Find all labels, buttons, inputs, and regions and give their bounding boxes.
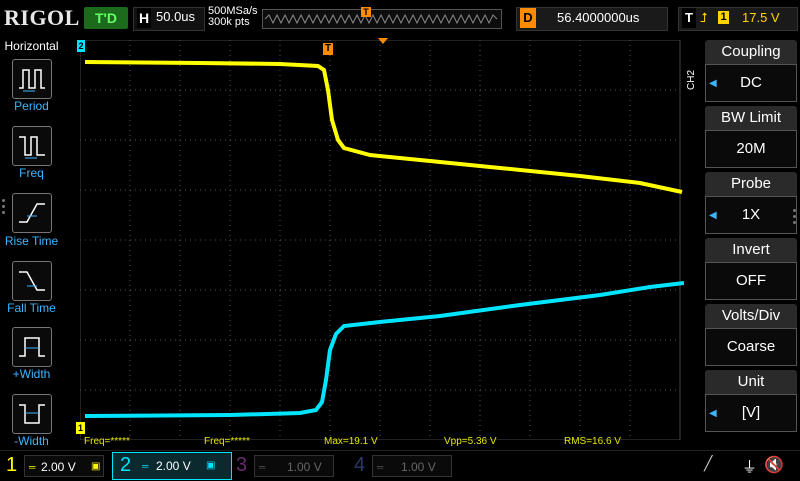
meas-freq-1: Freq=***** — [84, 436, 130, 447]
delay-value: 56.4000000us — [557, 10, 640, 25]
coupling-title: Coupling — [705, 40, 797, 64]
negative-width-button[interactable] — [12, 394, 52, 434]
rise-time-icon — [19, 203, 45, 223]
trigger-label: T — [682, 8, 696, 28]
timebase-value: 50.0us — [156, 9, 196, 24]
ch2-coupling-icon: ═ — [142, 461, 149, 471]
rise-time-label: Rise Time — [4, 234, 59, 248]
freq-label: Freq — [19, 166, 44, 180]
horizontal-center-marker — [378, 38, 388, 44]
trigger-position-marker[interactable]: T — [323, 43, 333, 55]
bw-limit-value[interactable]: 20M — [705, 130, 797, 168]
probe-arrow-icon: ◀ — [709, 210, 717, 221]
ch1-number[interactable]: 1 — [6, 452, 17, 478]
ch4-scale: 1.00 V — [401, 460, 436, 474]
ch2-scale: 2.00 V — [156, 459, 191, 473]
ch4-number[interactable]: 4 — [354, 452, 365, 478]
freq-button[interactable] — [12, 126, 52, 166]
meas-rms: RMS=16.6 V — [564, 436, 621, 447]
ch2-number[interactable]: 2 — [120, 452, 131, 478]
memory-overview-wave — [264, 13, 498, 25]
positive-width-button[interactable] — [12, 327, 52, 367]
meas-max: Max=19.1 V — [324, 436, 378, 447]
ch3-scale: 1.00 V — [287, 460, 322, 474]
waveform-display[interactable] — [80, 40, 684, 440]
rise-time-button[interactable] — [12, 193, 52, 233]
meas-vpp: Vpp=5.36 V — [444, 436, 497, 447]
ch1-coupling-icon: ═ — [29, 462, 36, 472]
waveform-grid — [80, 40, 684, 440]
measure-sidebar-title: Horizontal — [4, 39, 59, 53]
unit-value[interactable]: [V] — [705, 394, 797, 432]
usb-icon: ⏚ — [742, 459, 758, 476]
fall-time-label: Fall Time — [7, 301, 56, 315]
measurement-bar: Freq=***** Freq=***** Max=19.1 V Vpp=5.3… — [80, 436, 684, 450]
bw-limit-title: BW Limit — [705, 106, 797, 130]
ch1-scale: 2.00 V — [41, 460, 76, 474]
ch2-bw-icon: ▣ — [206, 460, 216, 471]
rising-edge-icon: ⮥ — [700, 10, 708, 25]
invert-value[interactable]: OFF — [705, 262, 797, 300]
period-button[interactable] — [12, 59, 52, 99]
scroll-dots — [2, 196, 6, 217]
memory-overview — [262, 9, 502, 29]
unit-title: Unit — [705, 370, 797, 394]
positive-width-label: +Width — [12, 367, 51, 381]
volts-div-title: Volts/Div — [705, 304, 797, 328]
channel-tab: CH2 — [686, 70, 697, 91]
negative-width-icon — [19, 404, 45, 424]
negative-width-label: -Width — [14, 434, 49, 448]
ch2-ground-marker[interactable]: 2 — [77, 40, 85, 52]
ch1-scale-box[interactable]: ═ 2.00 V ▣ — [24, 455, 104, 477]
coupling-value[interactable]: DC — [705, 64, 797, 102]
fall-time-button[interactable] — [12, 261, 52, 301]
ch1-bw-icon: ▣ — [91, 461, 101, 472]
brand-logo: RIGOL — [4, 5, 80, 30]
right-scroll-dots — [793, 206, 797, 227]
overview-trigger-marker: T — [361, 7, 371, 17]
volts-div-value[interactable]: Coarse — [705, 328, 797, 366]
timebase-label: H — [137, 8, 151, 28]
ch2-scale-box[interactable]: ═ 2.00 V ▣ — [138, 455, 218, 477]
trigger-box[interactable] — [678, 7, 798, 31]
unit-arrow-icon: ◀ — [709, 408, 717, 419]
period-label: Period — [14, 99, 49, 113]
sound-muted-icon[interactable]: 🔇 — [764, 455, 784, 475]
probe-value[interactable]: 1X — [705, 196, 797, 234]
frequency-icon — [19, 136, 45, 159]
positive-width-icon — [19, 337, 45, 357]
trigger-source: 1 — [718, 11, 729, 24]
delay-label: D — [520, 8, 536, 28]
scroll-up-icon[interactable]: ╱ — [704, 455, 712, 472]
run-state-badge[interactable]: T'D — [84, 7, 128, 29]
ch3-coupling-icon: ═ — [259, 462, 266, 472]
fall-time-icon — [19, 271, 45, 291]
ch4-coupling-icon: ═ — [377, 462, 384, 472]
graticule — [80, 40, 681, 440]
ch4-scale-box[interactable]: ═ 1.00 V — [372, 455, 452, 477]
ch1-ground-marker[interactable]: 1 — [76, 422, 85, 434]
ch3-number[interactable]: 3 — [236, 452, 247, 478]
ch1-waveform — [84, 60, 683, 194]
meas-freq-2: Freq=***** — [204, 436, 250, 447]
ch3-scale-box[interactable]: ═ 1.00 V — [254, 455, 334, 477]
ch2-waveform — [84, 281, 684, 418]
probe-title: Probe — [705, 172, 797, 196]
period-icon — [19, 69, 45, 92]
memory-depth: 300k pts — [208, 16, 250, 28]
invert-title: Invert — [705, 238, 797, 262]
coupling-arrow-icon: ◀ — [709, 78, 717, 89]
trigger-level: 17.5 V — [742, 10, 780, 25]
